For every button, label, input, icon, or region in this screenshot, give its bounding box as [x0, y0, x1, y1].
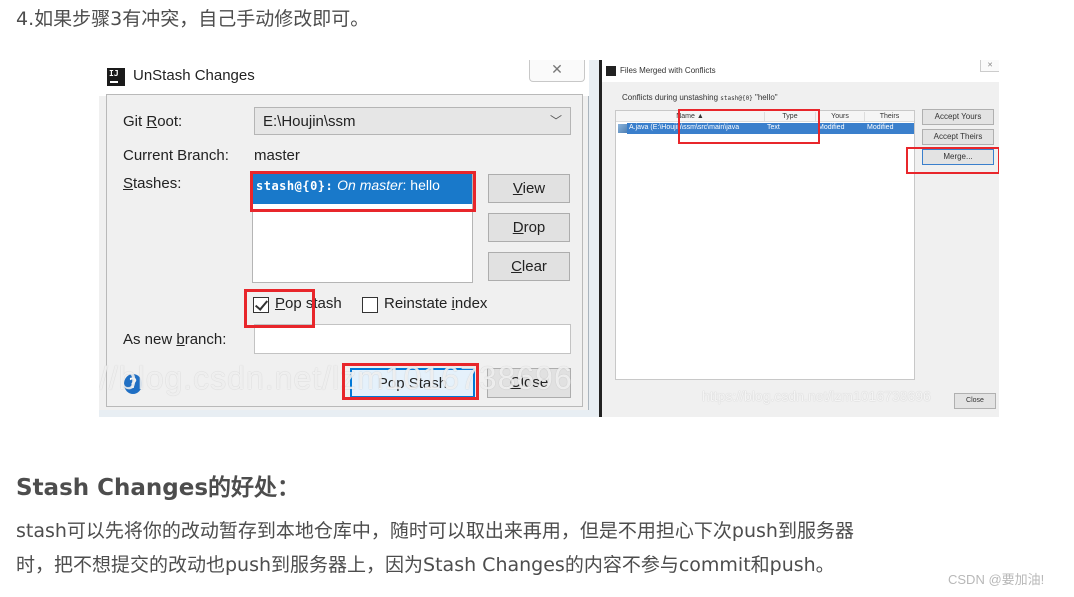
column-header-name[interactable]: Name ▲ — [616, 112, 765, 122]
section-heading: Stash Changes的好处： — [16, 475, 301, 501]
column-header-type[interactable]: Type — [765, 112, 816, 122]
pop-stash-checkbox[interactable] — [253, 297, 269, 313]
close-icon[interactable]: ✕ — [529, 60, 585, 82]
current-branch-value: master — [254, 147, 300, 164]
dialog-title: UnStash Changes — [133, 67, 255, 84]
reinstate-index-label: Reinstate index — [384, 295, 488, 312]
close-button[interactable]: Close — [487, 368, 571, 398]
git-root-dropdown[interactable]: E:\Houjin\ssm ﹀ — [254, 107, 571, 135]
drop-button[interactable]: Drop — [488, 213, 570, 242]
close-icon[interactable]: ✕ — [980, 60, 999, 72]
paragraph-line: stash可以先将你的改动暂存到本地仓库中，随时可以取出来再用，但是不用担心下次… — [16, 520, 854, 542]
current-branch-label: Current Branch: — [123, 147, 229, 164]
intellij-logo-icon: IJ — [107, 68, 125, 86]
table-row[interactable]: A.java (E:\Houjin\ssm\src\main\java Text… — [616, 123, 914, 134]
close-button[interactable]: Close — [954, 393, 996, 409]
csdn-watermark: CSDN @要加油! — [948, 572, 1045, 587]
conflicts-table: Name ▲ Type Yours Theirs A.java (E:\Houj… — [615, 110, 915, 380]
step-4-text: 4.如果步骤3有冲突，自己手动修改即可。 — [16, 8, 370, 30]
cell-type: Text — [765, 123, 816, 134]
clear-button[interactable]: Clear — [488, 252, 570, 281]
files-merged-conflicts-dialog: Files Merged with Conflicts ✕ Conflicts … — [599, 60, 999, 417]
cell-theirs: Modified — [865, 123, 914, 134]
view-button[interactable]: View — [488, 174, 570, 203]
table-header: Name ▲ Type Yours Theirs — [616, 111, 914, 122]
column-header-theirs[interactable]: Theirs — [865, 112, 914, 122]
pop-stash-button[interactable]: Pop Stash — [350, 368, 475, 398]
java-file-icon — [618, 124, 627, 133]
stashes-list[interactable]: stash@{0}: On master: hello — [252, 173, 473, 283]
merge-button[interactable]: Merge... — [922, 149, 994, 165]
cell-yours: Modified — [816, 123, 865, 134]
accept-theirs-button[interactable]: Accept Theirs — [922, 129, 994, 145]
accept-yours-button[interactable]: Accept Yours — [922, 109, 994, 125]
new-branch-input[interactable] — [254, 324, 571, 354]
cell-name: A.java (E:\Houjin\ssm\src\main\java — [627, 123, 765, 134]
section-paragraph: stash可以先将你的改动暂存到本地仓库中，随时可以取出来再用，但是不用担心下次… — [16, 514, 1066, 582]
help-icon[interactable]: ? — [124, 374, 142, 394]
stash-list-item[interactable]: stash@{0}: On master: hello — [253, 174, 472, 204]
chevron-down-icon: ﹀ — [549, 114, 562, 128]
intellij-logo-icon — [606, 66, 616, 76]
dialog-title: Files Merged with Conflicts — [620, 66, 716, 75]
git-root-label: Git Root: — [123, 113, 183, 130]
reinstate-index-checkbox[interactable] — [362, 297, 378, 313]
conflicts-caption: Conflicts during unstashing stash@{0} "h… — [622, 93, 778, 102]
dialog-titlebar: Files Merged with Conflicts ✕ — [602, 60, 999, 82]
stashes-label: Stashes: — [123, 175, 182, 192]
blog-watermark: https://blog.csdn.net/lzm1016738696 — [702, 388, 931, 404]
new-branch-label: As new branch: — [123, 331, 227, 348]
git-root-value: E:\Houjin\ssm — [263, 113, 356, 130]
dialog-titlebar: IJ UnStash Changes ✕ — [99, 60, 589, 96]
column-header-yours[interactable]: Yours — [816, 112, 865, 122]
paragraph-line: 时，把不想提交的改动也push到服务器上，因为Stash Changes的内容不… — [16, 554, 835, 576]
unstash-changes-dialog: IJ UnStash Changes ✕ Git Root: E:\Houjin… — [99, 60, 589, 410]
pop-stash-label: Pop stash — [275, 295, 342, 312]
screenshot-composite: IJ UnStash Changes ✕ Git Root: E:\Houjin… — [99, 60, 999, 417]
